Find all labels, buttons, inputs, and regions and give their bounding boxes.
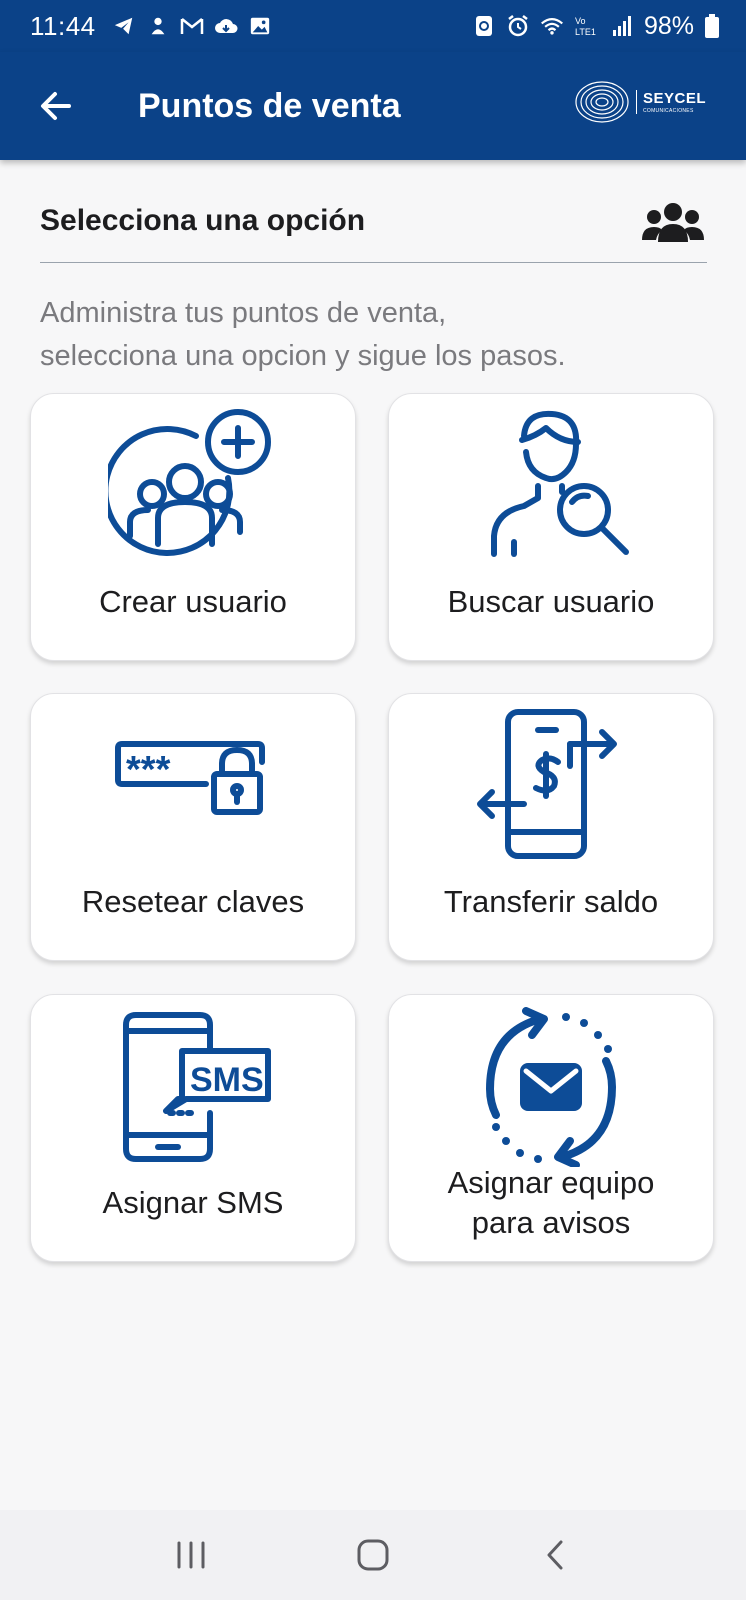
option-label-line-2: para avisos bbox=[471, 1205, 631, 1240]
brand-subtitle: COMUNICACIONES bbox=[642, 108, 694, 114]
option-card-resetear-claves[interactable]: *** Resetear claves bbox=[30, 693, 356, 961]
svg-text:SMS: SMS bbox=[190, 1061, 264, 1099]
svg-text:LTE1: LTE1 bbox=[575, 27, 596, 37]
volte-icon: Vo LTE1 bbox=[574, 14, 600, 38]
alarm-icon bbox=[506, 14, 530, 38]
option-card-asignar-sms[interactable]: SMS Asignar SMS bbox=[30, 994, 356, 1262]
back-button[interactable] bbox=[26, 76, 86, 136]
sms-phone-icon: SMS bbox=[108, 1007, 278, 1167]
description-line-2: selecciona una opcion y sigue los pasos. bbox=[40, 340, 566, 372]
home-button[interactable] bbox=[328, 1520, 418, 1590]
cloud-icon bbox=[214, 14, 238, 38]
money-transfer-icon bbox=[466, 706, 636, 866]
svg-text:***: *** bbox=[126, 749, 171, 791]
group-icon bbox=[642, 200, 704, 251]
option-label: Transferir saldo bbox=[443, 884, 659, 919]
recent-apps-button[interactable] bbox=[146, 1520, 236, 1590]
option-card-crear-usuario[interactable]: Crear usuario bbox=[30, 393, 356, 661]
wifi-icon bbox=[540, 14, 564, 38]
system-nav-bar bbox=[0, 1510, 746, 1600]
option-card-asignar-equipo[interactable]: Asignar equipo para avisos bbox=[388, 994, 714, 1262]
fingerprint-logo-icon bbox=[575, 81, 629, 123]
page-title: Puntos de venta bbox=[138, 86, 401, 125]
back-nav-button[interactable] bbox=[510, 1520, 600, 1590]
arrow-back-icon bbox=[41, 92, 71, 120]
gmail-icon bbox=[180, 14, 204, 38]
notification-icon bbox=[146, 14, 170, 38]
chevron-left-icon bbox=[547, 1540, 563, 1570]
section-divider bbox=[40, 262, 707, 263]
app-bar: Puntos de venta SEYCEL COMUNICACIONES bbox=[0, 52, 746, 160]
signal-icon bbox=[610, 14, 634, 38]
add-users-icon bbox=[108, 406, 278, 566]
search-user-icon bbox=[466, 406, 636, 566]
option-label-line-1: Asignar equipo bbox=[447, 1165, 655, 1200]
mail-sync-icon bbox=[466, 1007, 636, 1167]
status-time: 11:44 bbox=[30, 10, 96, 41]
recycle-icon bbox=[472, 14, 496, 38]
svg-text:Vo: Vo bbox=[575, 16, 586, 26]
telegram-icon bbox=[112, 14, 136, 38]
status-bar: 11:44 Vo LTE1 98% bbox=[0, 0, 746, 52]
password-lock-icon: *** bbox=[108, 706, 278, 866]
recent-apps-icon bbox=[177, 1541, 205, 1569]
option-label: Resetear claves bbox=[81, 884, 305, 919]
brand-name: SEYCEL bbox=[642, 90, 706, 107]
option-label: Crear usuario bbox=[99, 584, 287, 619]
gallery-icon bbox=[248, 14, 272, 38]
description-line-1: Administra tus puntos de venta, bbox=[40, 297, 447, 329]
option-label: Asignar equipo para avisos bbox=[389, 1163, 713, 1243]
option-label: Asignar SMS bbox=[102, 1185, 284, 1220]
option-card-buscar-usuario[interactable]: Buscar usuario bbox=[388, 393, 714, 661]
home-icon bbox=[357, 1539, 389, 1571]
option-label: Buscar usuario bbox=[447, 584, 655, 619]
option-card-transferir-saldo[interactable]: Transferir saldo bbox=[388, 693, 714, 961]
brand-logo: SEYCEL COMUNICACIONES bbox=[574, 80, 706, 124]
section-description: Administra tus puntos de venta, seleccio… bbox=[40, 292, 730, 378]
section-title: Selecciona una opción bbox=[40, 204, 366, 237]
battery-icon bbox=[704, 14, 720, 38]
battery-percentage: 98% bbox=[643, 11, 694, 40]
